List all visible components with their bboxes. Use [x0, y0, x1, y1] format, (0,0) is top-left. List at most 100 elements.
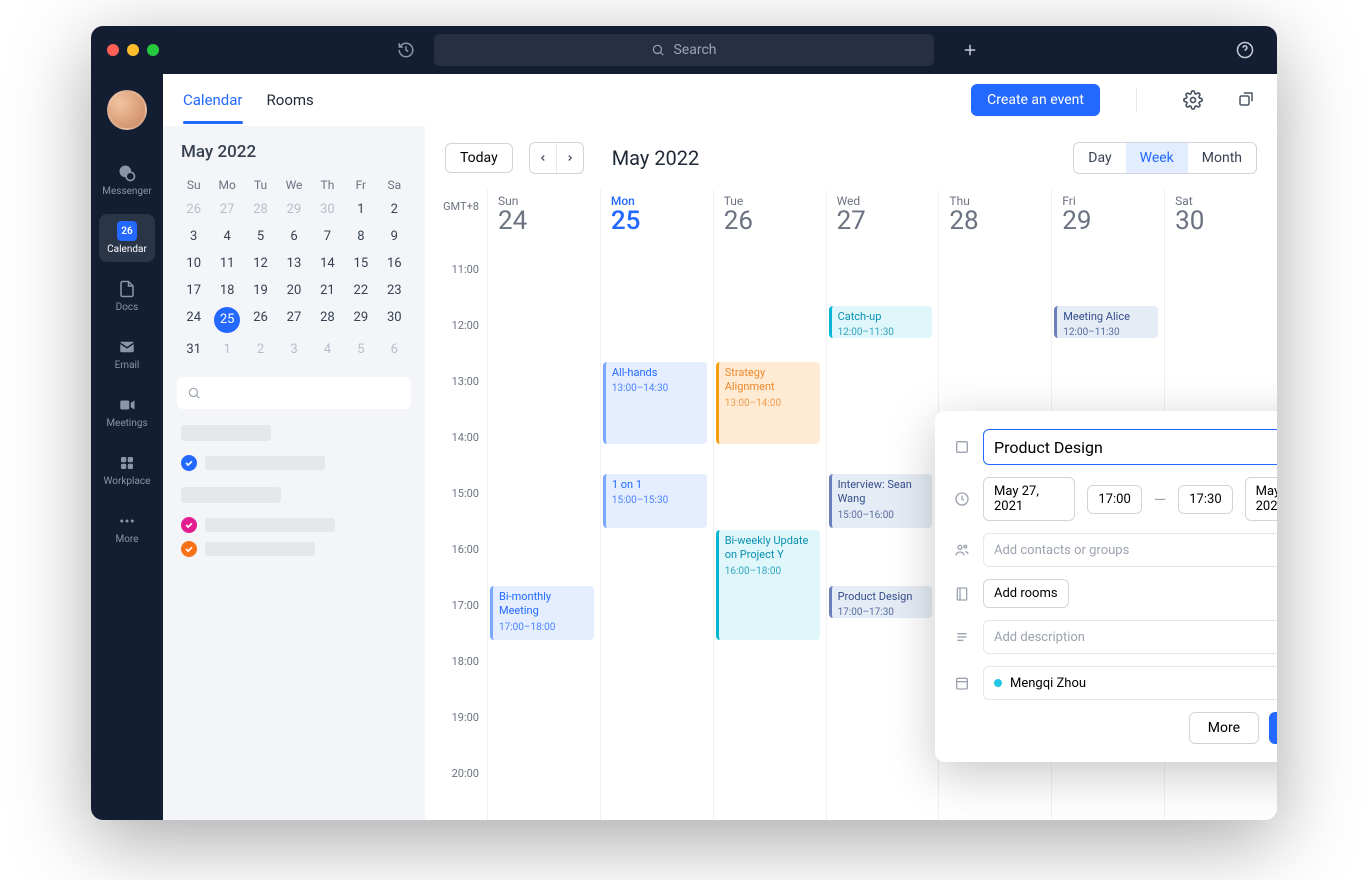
mini-calendar-day[interactable]: 3 [277, 336, 310, 363]
mini-calendar-day[interactable]: 24 [177, 304, 210, 336]
contacts-input[interactable] [983, 533, 1277, 567]
mini-calendar-day[interactable]: 17 [177, 277, 210, 304]
mini-calendar-day[interactable]: 26 [177, 196, 210, 223]
mini-calendar-day[interactable]: 16 [378, 250, 411, 277]
more-options-button[interactable]: More [1189, 712, 1259, 744]
event-block[interactable]: Strategy Alignment13:00–14:00 [716, 362, 820, 444]
mini-calendar-day[interactable]: 15 [344, 250, 377, 277]
mini-calendar-day[interactable]: 13 [277, 250, 310, 277]
mini-calendar-day[interactable]: 27 [277, 304, 310, 336]
mini-calendar[interactable]: SuMoTuWeThFrSa 2627282930123456789101112… [177, 174, 411, 363]
next-week-button[interactable] [557, 143, 583, 173]
create-event-button[interactable]: Create an event [971, 84, 1100, 116]
maximize-window-button[interactable] [147, 44, 159, 56]
event-block[interactable]: Product Design17:00–17:30 [829, 586, 933, 618]
popout-icon[interactable] [1237, 90, 1257, 110]
mini-calendar-day[interactable]: 19 [244, 277, 277, 304]
mini-calendar-day[interactable]: 11 [210, 250, 243, 277]
mini-calendar-day[interactable]: 1 [344, 196, 377, 223]
mini-calendar-day[interactable]: 21 [311, 277, 344, 304]
day-column[interactable]: Mon25All-hands13:00–14:301 on 115:00–15:… [600, 190, 713, 820]
mini-calendar-day[interactable]: 31 [177, 336, 210, 363]
mini-calendar-day[interactable]: 8 [344, 223, 377, 250]
rail-item-messenger[interactable]: Messenger [99, 156, 155, 204]
mini-calendar-day[interactable]: 7 [311, 223, 344, 250]
mini-calendar-day[interactable]: 3 [177, 223, 210, 250]
global-search[interactable]: Search [434, 34, 934, 66]
event-title-input[interactable] [983, 429, 1277, 465]
day-column[interactable]: Tue26Strategy Alignment13:00–14:00Bi-wee… [713, 190, 826, 820]
calendar-search[interactable] [177, 377, 411, 409]
rail-item-meetings[interactable]: Meetings [99, 388, 155, 436]
plus-icon[interactable] [954, 34, 986, 66]
mini-calendar-day[interactable]: 9 [378, 223, 411, 250]
event-block[interactable]: Bi-monthly Meeting17:00–18:00 [490, 586, 594, 640]
mini-calendar-day[interactable]: 30 [378, 304, 411, 336]
checkbox-icon[interactable] [181, 517, 197, 533]
calendar-item[interactable] [181, 517, 411, 533]
mini-calendar-day[interactable]: 20 [277, 277, 310, 304]
view-day-button[interactable]: Day [1074, 143, 1125, 173]
event-block[interactable]: Meeting Alice12:00–11:30 [1054, 306, 1158, 338]
tab-calendar[interactable]: Calendar [183, 77, 243, 123]
mini-calendar-day[interactable]: 12 [244, 250, 277, 277]
minimize-window-button[interactable] [127, 44, 139, 56]
rail-item-calendar[interactable]: 26 Calendar [99, 214, 155, 262]
rail-item-more[interactable]: More [99, 504, 155, 552]
close-window-button[interactable] [107, 44, 119, 56]
view-week-button[interactable]: Week [1126, 143, 1188, 173]
checkbox-icon[interactable] [181, 541, 197, 557]
mini-calendar-day[interactable]: 30 [311, 196, 344, 223]
end-date-field[interactable]: May 27, 2021 [1245, 477, 1277, 521]
mini-calendar-day[interactable]: 29 [277, 196, 310, 223]
avatar[interactable] [107, 90, 147, 130]
event-block[interactable]: 1 on 115:00–15:30 [603, 474, 707, 528]
calendar-item[interactable] [181, 541, 411, 557]
prev-week-button[interactable] [530, 143, 556, 173]
mini-calendar-day[interactable]: 28 [311, 304, 344, 336]
rail-item-workplace[interactable]: Workplace [99, 446, 155, 494]
day-column[interactable]: Wed27Catch-up12:00–11:30Interview: Sean … [826, 190, 939, 820]
mini-calendar-day[interactable]: 14 [311, 250, 344, 277]
checkbox-icon[interactable] [181, 455, 197, 471]
mini-calendar-day[interactable]: 18 [210, 277, 243, 304]
mini-calendar-day[interactable]: 27 [210, 196, 243, 223]
mini-calendar-day[interactable]: 29 [344, 304, 377, 336]
event-block[interactable]: Bi-weekly Update on Project Y16:00–18:00 [716, 530, 820, 640]
mini-calendar-day[interactable]: 4 [311, 336, 344, 363]
mini-calendar-day[interactable]: 25 [214, 307, 240, 333]
mini-calendar-day[interactable]: 6 [378, 336, 411, 363]
calendar-item[interactable] [181, 455, 411, 471]
mini-calendar-day[interactable]: 1 [210, 336, 243, 363]
day-column[interactable]: Sun24Bi-monthly Meeting17:00–18:00 [487, 190, 600, 820]
mini-calendar-day[interactable]: 26 [244, 304, 277, 336]
start-time-field[interactable]: 17:00 [1087, 485, 1141, 514]
help-icon[interactable] [1229, 34, 1261, 66]
event-block[interactable]: Interview: Sean Wang15:00–16:00 [829, 474, 933, 528]
calendar-owner-select[interactable]: Mengqi Zhou ▼ [983, 666, 1277, 700]
mini-calendar-day[interactable]: 22 [344, 277, 377, 304]
history-icon[interactable] [390, 34, 422, 66]
description-input[interactable] [983, 620, 1277, 654]
today-button[interactable]: Today [445, 143, 513, 173]
mini-calendar-day[interactable]: 2 [378, 196, 411, 223]
mini-calendar-day[interactable]: 28 [244, 196, 277, 223]
mini-calendar-day[interactable]: 23 [378, 277, 411, 304]
add-rooms-button[interactable]: Add rooms [983, 579, 1069, 608]
event-block[interactable]: All-hands13:00–14:30 [603, 362, 707, 444]
tab-rooms[interactable]: Rooms [267, 77, 314, 123]
rail-item-email[interactable]: Email [99, 330, 155, 378]
event-block[interactable]: Catch-up12:00–11:30 [829, 306, 933, 338]
save-button[interactable]: Save [1269, 712, 1277, 744]
mini-calendar-day[interactable]: 10 [177, 250, 210, 277]
view-month-button[interactable]: Month [1188, 143, 1256, 173]
rail-item-docs[interactable]: Docs [99, 272, 155, 320]
mini-calendar-day[interactable]: 5 [344, 336, 377, 363]
start-date-field[interactable]: May 27, 2021 [983, 477, 1075, 521]
mini-calendar-day[interactable]: 5 [244, 223, 277, 250]
mini-calendar-day[interactable]: 6 [277, 223, 310, 250]
end-time-field[interactable]: 17:30 [1178, 485, 1232, 514]
mini-calendar-day[interactable]: 4 [210, 223, 243, 250]
mini-calendar-day[interactable]: 2 [244, 336, 277, 363]
gear-icon[interactable] [1183, 90, 1203, 110]
